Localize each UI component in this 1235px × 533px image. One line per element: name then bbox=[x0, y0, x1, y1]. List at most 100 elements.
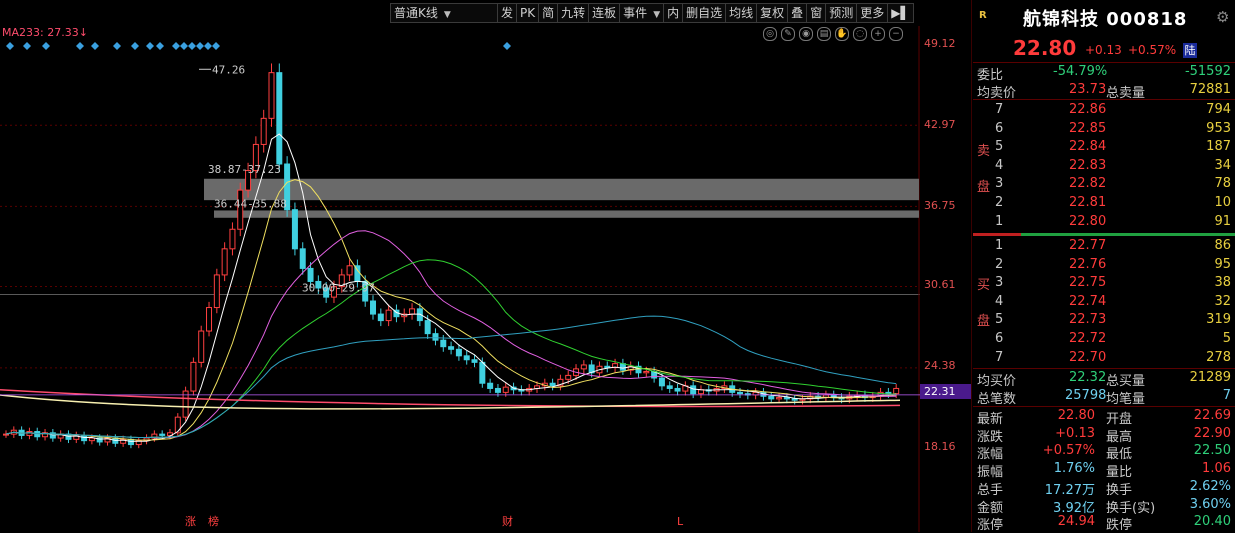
weibi-pct: -54.79% bbox=[1053, 64, 1108, 79]
orderbook-row[interactable]: 2 22.81 10 bbox=[973, 194, 1235, 212]
stat-value: 3.60% bbox=[1189, 496, 1231, 512]
candle-body bbox=[268, 72, 275, 119]
eye-icon[interactable]: ◉ bbox=[799, 27, 813, 41]
kline-chart-svg[interactable]: 47.26 38.87-37.23 36.44-35.88 30.00-29.97 涨榜… bbox=[0, 26, 920, 532]
signal-diamond bbox=[212, 42, 220, 50]
toolbar-item[interactable]: 发 bbox=[497, 3, 518, 23]
chevron-down-icon[interactable]: ▼ bbox=[653, 10, 660, 20]
orderbook-row[interactable]: 3 22.82 78 bbox=[973, 175, 1235, 193]
candle-body bbox=[463, 355, 470, 361]
toolbar-item[interactable]: 叠 bbox=[787, 3, 808, 23]
toolbar-item[interactable]: 均线 bbox=[725, 3, 758, 23]
orderbook-price: 22.81 bbox=[1069, 195, 1107, 210]
hand-icon[interactable]: ✋ bbox=[835, 27, 849, 41]
toolbar-item[interactable]: 预测 bbox=[825, 3, 858, 23]
candle-body bbox=[221, 248, 228, 276]
orderbook-row[interactable]: 6 22.85 953 bbox=[973, 120, 1235, 138]
avg-sell-price: 23.73 bbox=[1069, 82, 1107, 97]
signal-diamond bbox=[113, 42, 121, 50]
orderbook-row[interactable]: 6 22.72 5 bbox=[973, 330, 1235, 348]
signal-diamond bbox=[503, 42, 511, 50]
signal-diamond bbox=[180, 42, 188, 50]
toolbar-item[interactable]: 窗 bbox=[806, 3, 827, 23]
candle-body bbox=[479, 361, 486, 384]
candle-body bbox=[307, 267, 314, 282]
toolbar-item[interactable]: 复权 bbox=[756, 3, 789, 23]
stat-value: +0.57% bbox=[1042, 443, 1095, 459]
orderbook-row[interactable]: 7 22.86 794 bbox=[973, 101, 1235, 119]
candle-body bbox=[565, 374, 572, 380]
orderbook-row[interactable]: 2 22.76 95 bbox=[973, 256, 1235, 274]
chevron-down-icon[interactable]: ▼ bbox=[444, 10, 451, 20]
orderbook-row[interactable]: 5 22.73 319 bbox=[973, 311, 1235, 329]
signal-diamond bbox=[172, 42, 180, 50]
signal-diamond bbox=[42, 42, 50, 50]
candle-body bbox=[494, 387, 501, 393]
chart-icon[interactable]: ▤ bbox=[817, 27, 831, 41]
avg-deal-label: 均笔量 bbox=[1106, 392, 1146, 407]
price-axis-label: 36.75 bbox=[924, 199, 956, 212]
orderbook-price: 22.72 bbox=[1069, 331, 1107, 346]
orderbook-level: 7 bbox=[995, 102, 1004, 117]
gap-annotation: 36.44-35.88 bbox=[214, 197, 287, 210]
pencil-icon[interactable]: ✎ bbox=[781, 27, 795, 41]
candle-body bbox=[3, 433, 9, 436]
gear-icon[interactable]: ⚙ bbox=[1216, 8, 1229, 26]
orderbook-row[interactable]: 7 22.70 278 bbox=[973, 349, 1235, 367]
avg-sell-row: 均卖价 23.73 总卖量 72881 bbox=[973, 81, 1235, 101]
toolbar-item[interactable]: 简 bbox=[538, 3, 559, 23]
orderbook-level: 4 bbox=[995, 157, 1004, 173]
eye-off-icon[interactable]: ◌ bbox=[853, 27, 867, 41]
signal-diamond bbox=[156, 42, 164, 50]
total-deals-label: 总笔数 bbox=[977, 392, 1017, 407]
orderbook-volume: 38 bbox=[1214, 275, 1231, 291]
signal-diamond bbox=[131, 42, 139, 50]
toolbar-item[interactable]: PK bbox=[516, 3, 540, 23]
price-change-pct: +0.57% bbox=[1128, 43, 1177, 57]
toolbar-item[interactable]: ▶▌ bbox=[887, 3, 914, 23]
price-axis-label: 24.38 bbox=[924, 359, 956, 372]
event-mark: 财 bbox=[502, 514, 513, 528]
stat-value: 2.62% bbox=[1189, 478, 1231, 494]
orderbook-row[interactable]: 1 22.77 86 bbox=[973, 237, 1235, 255]
toolbar-item[interactable]: 更多 bbox=[856, 3, 889, 23]
target-icon[interactable]: ◎ bbox=[763, 27, 777, 41]
stats-row: 涨停 24.94 跌停 20.40 bbox=[973, 513, 1235, 533]
signal-diamond bbox=[76, 42, 84, 50]
stock-name[interactable]: 航锦科技 000818 bbox=[1023, 5, 1187, 31]
orderbook-volume: 86 bbox=[1214, 238, 1231, 253]
orderbook-row[interactable]: 1 22.80 91 bbox=[973, 213, 1235, 231]
gap-annotation: 38.87-37.23 bbox=[208, 163, 281, 176]
orderbook-level: 7 bbox=[995, 349, 1004, 365]
toolbar-item[interactable]: 九转 bbox=[557, 3, 590, 23]
candle-body bbox=[81, 434, 88, 442]
orderbook-row[interactable]: 4 22.83 34 bbox=[973, 157, 1235, 175]
toolbar-item[interactable]: 内 bbox=[663, 3, 684, 23]
candle-body bbox=[619, 363, 626, 371]
zoom-out-icon[interactable]: − bbox=[889, 27, 903, 41]
event-mark: 涨 bbox=[185, 515, 196, 528]
orderbook-volume: 95 bbox=[1214, 256, 1231, 272]
orderbook-volume: 78 bbox=[1214, 176, 1231, 192]
orderbook-row[interactable]: 3 22.75 38 bbox=[973, 274, 1235, 292]
stats-row: 总手 17.27万 换手 2.62% bbox=[973, 478, 1235, 498]
candle-body bbox=[643, 370, 650, 374]
toolbar-item[interactable]: 删自选 bbox=[682, 3, 727, 23]
kline-chart[interactable]: 47.26 38.87-37.23 36.44-35.88 30.00-29.97 涨榜… bbox=[0, 26, 920, 532]
signal-diamond bbox=[146, 42, 154, 50]
orderbook-level: 1 bbox=[995, 238, 1004, 253]
candle-body bbox=[159, 433, 166, 436]
candle-body bbox=[409, 308, 416, 315]
deals-row: 总笔数 25798 均笔量 7 bbox=[973, 387, 1235, 407]
toolbar-item[interactable]: 连板 bbox=[588, 3, 621, 23]
orderbook-row[interactable]: 5 22.84 187 bbox=[973, 138, 1235, 156]
candle-body bbox=[690, 385, 697, 395]
toolbar-item[interactable]: 事件 ▼ bbox=[619, 3, 665, 23]
price-axis-label: 30.61 bbox=[924, 278, 956, 291]
orderbook-price: 22.84 bbox=[1069, 139, 1107, 155]
orderbook-row[interactable]: 4 22.74 32 bbox=[973, 293, 1235, 311]
total-deals: 25798 bbox=[1065, 388, 1107, 403]
candle-body bbox=[198, 330, 205, 363]
zoom-in-icon[interactable]: + bbox=[871, 27, 885, 41]
toolbar-item[interactable]: 普通K线 ▼ bbox=[390, 3, 498, 23]
